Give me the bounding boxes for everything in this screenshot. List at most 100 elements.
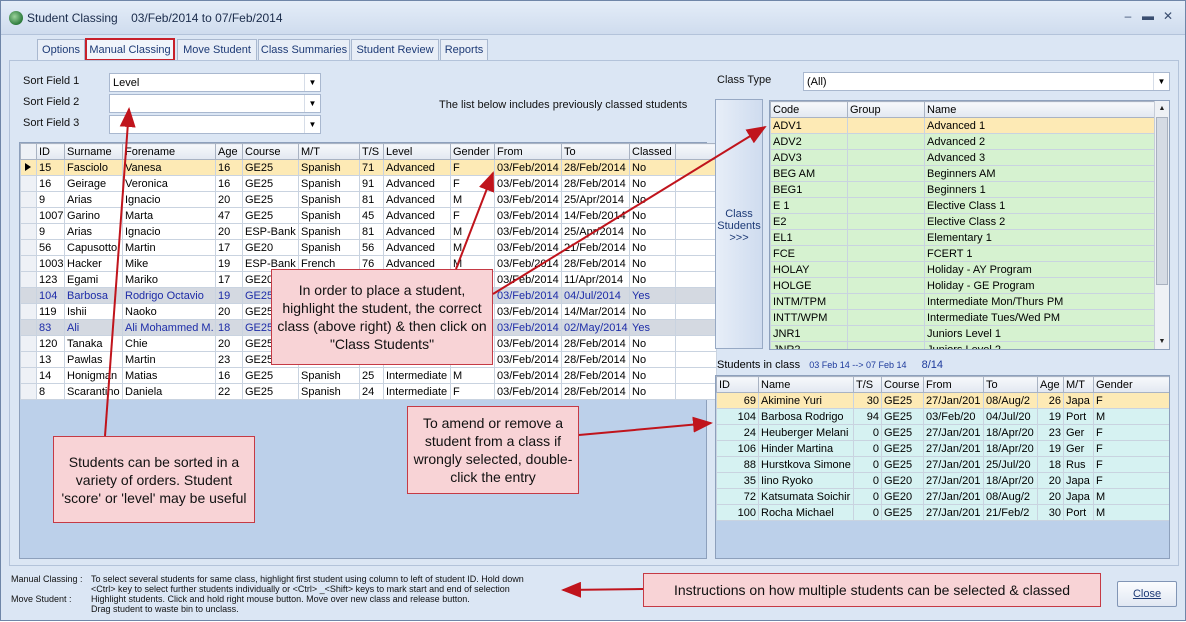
sic-col-header[interactable]: Name [758, 376, 854, 393]
class-student-cell[interactable]: Hinder Martina [758, 440, 854, 457]
student-cell[interactable]: 91 [359, 175, 384, 192]
class-student-cell[interactable]: 26 [1037, 392, 1064, 409]
class-cell[interactable] [847, 181, 925, 198]
student-cell[interactable]: Martin [122, 351, 216, 368]
class-student-cell[interactable]: 72 [716, 488, 759, 505]
class-cell[interactable]: ADV3 [770, 149, 848, 166]
chevron-down-icon[interactable]: ▼ [304, 116, 320, 133]
student-row[interactable]: 9 Arias Ignacio 20 GE25 Spanish 81 Advanced M 03/… [20, 191, 717, 208]
class-student-cell[interactable]: F [1093, 456, 1169, 473]
student-cell[interactable]: Honigman [64, 367, 123, 384]
student-cell[interactable]: F [450, 207, 495, 224]
class-row[interactable]: BEG AM Beginners AM [770, 165, 1155, 182]
class-student-cell[interactable]: 21/Feb/2 [983, 504, 1038, 521]
class-students-button[interactable]: Class Students >>> [715, 99, 763, 349]
student-cell[interactable]: 13 [36, 351, 65, 368]
tab-class-summaries[interactable]: Class Summaries [258, 39, 350, 60]
class-cell[interactable]: Elective Class 2 [924, 213, 1155, 230]
row-selector[interactable] [20, 319, 37, 336]
class-student-cell[interactable]: 35 [716, 472, 759, 489]
class-student-row[interactable]: 88 Hurstkova Simone 0 GE25 27/Jan/201 25/Jul/… [716, 456, 1169, 473]
class-student-cell[interactable]: M [1093, 408, 1169, 425]
col-header[interactable]: From [494, 143, 562, 160]
class-student-cell[interactable]: Ger [1063, 424, 1094, 441]
student-cell[interactable]: 16 [36, 175, 65, 192]
class-student-cell[interactable]: Iino Ryoko [758, 472, 854, 489]
class-student-cell[interactable]: 08/Aug/2 [983, 488, 1038, 505]
col-header[interactable]: Surname [64, 143, 123, 160]
student-cell[interactable]: 03/Feb/2014 [494, 383, 562, 400]
student-cell[interactable]: 28/Feb/2014 [561, 175, 630, 192]
student-cell[interactable]: 03/Feb/2014 [494, 223, 562, 240]
student-cell[interactable]: 03/Feb/2014 [494, 159, 562, 176]
class-student-cell[interactable]: 0 [853, 504, 882, 521]
student-cell[interactable]: 28/Feb/2014 [561, 351, 630, 368]
students-in-class-grid[interactable]: ID Name T/S Course From To Age M/T Gender 69 Akim… [715, 375, 1170, 559]
chevron-down-icon[interactable]: ▼ [304, 74, 320, 91]
student-cell[interactable]: 71 [359, 159, 384, 176]
class-cell[interactable]: Juniors Level 1 [924, 325, 1155, 342]
student-cell[interactable]: 28/Feb/2014 [561, 367, 630, 384]
class-cell[interactable]: Holiday - GE Program [924, 277, 1155, 294]
student-cell[interactable]: GE25 [242, 367, 299, 384]
class-cell[interactable] [847, 149, 925, 166]
class-cell[interactable]: E2 [770, 213, 848, 230]
class-student-cell[interactable]: 30 [1037, 504, 1064, 521]
class-cell[interactable] [847, 309, 925, 326]
row-selector[interactable] [20, 271, 37, 288]
class-student-cell[interactable]: Barbosa Rodrigo [758, 408, 854, 425]
class-student-cell[interactable]: Port [1063, 408, 1094, 425]
class-student-cell[interactable]: Rocha Michael [758, 504, 854, 521]
class-student-cell[interactable]: 27/Jan/201 [923, 504, 984, 521]
class-cell[interactable] [847, 229, 925, 246]
class-cell[interactable]: Juniors Level 2 [924, 341, 1155, 349]
student-cell[interactable]: Advanced [383, 175, 451, 192]
student-cell[interactable]: 47 [215, 207, 243, 224]
student-cell[interactable]: No [629, 367, 676, 384]
class-row[interactable]: ADV2 Advanced 2 [770, 133, 1155, 150]
class-type-select[interactable]: (All) ▼ [803, 72, 1170, 91]
row-selector[interactable] [20, 367, 37, 384]
col-header[interactable]: Classed [629, 143, 676, 160]
class-cell[interactable] [847, 261, 925, 278]
class-student-cell[interactable]: 27/Jan/201 [923, 440, 984, 457]
student-cell[interactable]: Veronica [122, 175, 216, 192]
class-student-cell[interactable]: Akimine Yuri [758, 392, 854, 409]
student-cell[interactable]: 9 [36, 223, 65, 240]
student-cell[interactable]: 03/Feb/2014 [494, 175, 562, 192]
class-cell[interactable] [847, 165, 925, 182]
row-selector[interactable] [20, 303, 37, 320]
student-cell[interactable]: 56 [359, 239, 384, 256]
class-cell[interactable]: Elementary 1 [924, 229, 1155, 246]
student-cell[interactable]: Spanish [298, 207, 360, 224]
student-cell[interactable]: 9 [36, 191, 65, 208]
class-student-cell[interactable]: 0 [853, 440, 882, 457]
student-cell[interactable]: Hacker [64, 255, 123, 272]
student-cell[interactable]: 03/Feb/2014 [494, 335, 562, 352]
class-col-header[interactable]: Name [924, 101, 1155, 118]
student-cell[interactable]: No [629, 255, 676, 272]
close-button[interactable]: Close [1117, 581, 1177, 607]
student-cell[interactable]: Spanish [298, 239, 360, 256]
col-header[interactable]: Gender [450, 143, 495, 160]
student-cell[interactable]: 45 [359, 207, 384, 224]
col-header[interactable]: Level [383, 143, 451, 160]
student-cell[interactable]: 23 [215, 351, 243, 368]
student-cell[interactable]: Barbosa [64, 287, 123, 304]
class-cell[interactable]: ADV2 [770, 133, 848, 150]
class-student-cell[interactable]: Hurstkova Simone [758, 456, 854, 473]
class-row[interactable]: E 1 Elective Class 1 [770, 197, 1155, 214]
col-header[interactable]: To [561, 143, 630, 160]
class-col-header[interactable]: Group [847, 101, 925, 118]
student-cell[interactable]: Rodrigo Octavio [122, 287, 216, 304]
student-cell[interactable]: 03/Feb/2014 [494, 207, 562, 224]
col-header[interactable]: T/S [359, 143, 384, 160]
student-cell[interactable]: 14/Feb/2014 [561, 207, 630, 224]
class-cell[interactable]: Elective Class 1 [924, 197, 1155, 214]
student-cell[interactable]: Advanced [383, 191, 451, 208]
class-cell[interactable] [847, 277, 925, 294]
class-row[interactable]: JNR2 Juniors Level 2 [770, 341, 1155, 349]
student-cell[interactable]: 16 [215, 175, 243, 192]
class-cell[interactable]: BEG1 [770, 181, 848, 198]
student-cell[interactable]: Capusotto [64, 239, 123, 256]
